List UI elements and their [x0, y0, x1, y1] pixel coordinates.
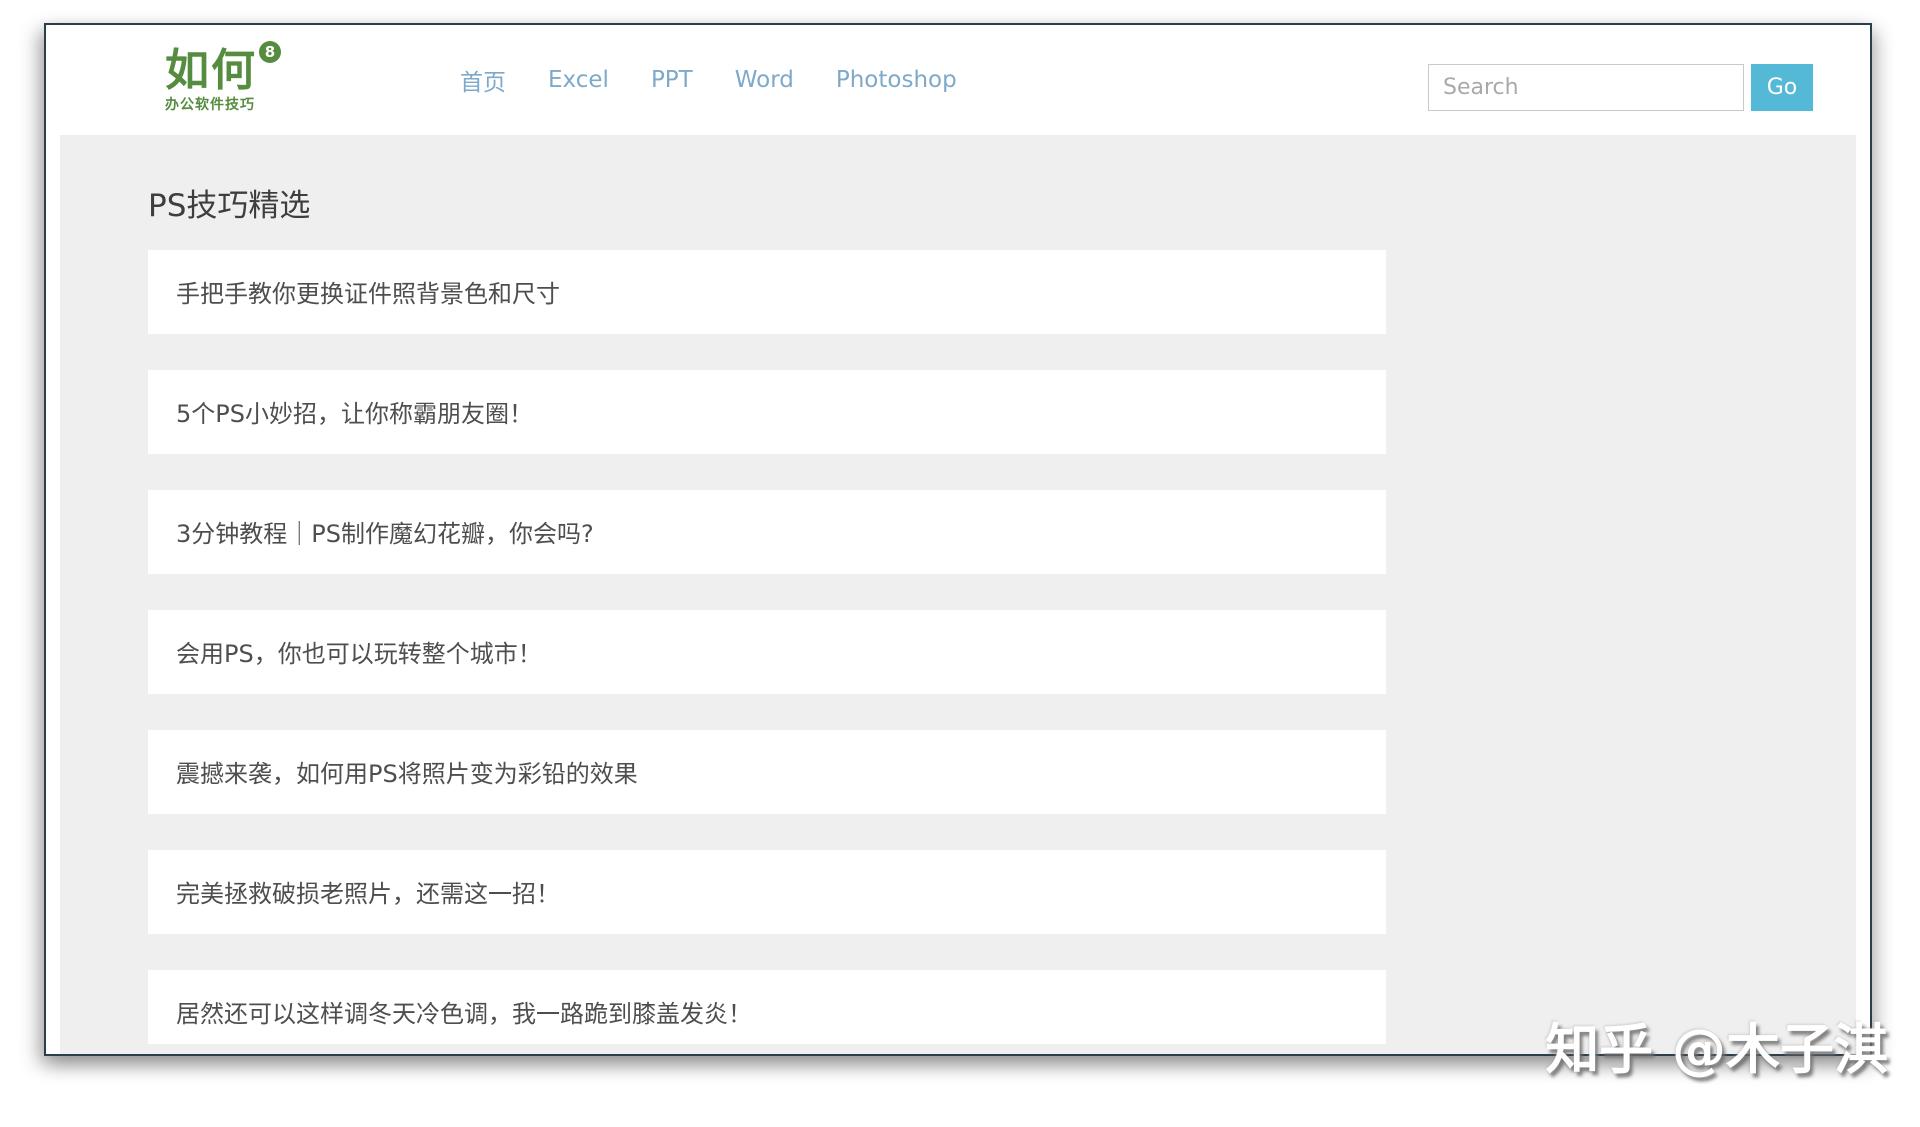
site-header: 如何8 办公软件技巧 首页 Excel PPT Word Photoshop G… — [46, 25, 1870, 135]
article-title: 5个PS小妙招，让你称霸朋友圈！ — [176, 394, 1386, 429]
zhihu-watermark: 知乎 @木子淇 — [1545, 1005, 1888, 1084]
search-area: Go — [1428, 64, 1813, 111]
browser-window: 如何8 办公软件技巧 首页 Excel PPT Word Photoshop G… — [44, 23, 1872, 1056]
site-logo[interactable]: 如何8 办公软件技巧 — [165, 49, 279, 112]
article-title: 居然还可以这样调冬天冷色调，我一路跪到膝盖发炎！ — [176, 994, 1386, 1029]
nav-item-photoshop[interactable]: Photoshop — [815, 67, 978, 93]
logo-badge-8: 8 — [259, 41, 281, 63]
main-nav: 首页 Excel PPT Word Photoshop — [439, 63, 978, 97]
article-list-item[interactable]: 手把手教你更换证件照背景色和尺寸 — [148, 250, 1386, 334]
page-title: PS技巧精选 — [148, 185, 1856, 227]
search-go-button[interactable]: Go — [1751, 64, 1813, 111]
logo-text: 如何8 — [165, 49, 279, 93]
logo-subtitle: 办公软件技巧 — [165, 98, 279, 112]
nav-item-ppt[interactable]: PPT — [630, 67, 714, 93]
article-list-item[interactable]: 居然还可以这样调冬天冷色调，我一路跪到膝盖发炎！ — [148, 970, 1386, 1044]
article-title: 3分钟教程｜PS制作魔幻花瓣，你会吗? — [176, 514, 1386, 549]
article-list-item[interactable]: 5个PS小妙招，让你称霸朋友圈！ — [148, 370, 1386, 454]
article-title: 震撼来袭，如何用PS将照片变为彩铅的效果 — [176, 754, 1386, 789]
article-title: 手把手教你更换证件照背景色和尺寸 — [176, 274, 1386, 309]
article-title: 会用PS，你也可以玩转整个城市！ — [176, 634, 1386, 669]
article-list: 手把手教你更换证件照背景色和尺寸 5个PS小妙招，让你称霸朋友圈！ 3分钟教程｜… — [148, 250, 1386, 1044]
article-list-item[interactable]: 完美拯救破损老照片，还需这一招！ — [148, 850, 1386, 934]
nav-item-excel[interactable]: Excel — [527, 67, 630, 93]
article-title: 完美拯救破损老照片，还需这一招！ — [176, 874, 1386, 909]
article-list-item[interactable]: 3分钟教程｜PS制作魔幻花瓣，你会吗? — [148, 490, 1386, 574]
logo-name: 如何 — [165, 45, 257, 96]
article-list-item[interactable]: 震撼来袭，如何用PS将照片变为彩铅的效果 — [148, 730, 1386, 814]
search-input[interactable] — [1428, 64, 1744, 111]
nav-item-word[interactable]: Word — [714, 67, 815, 93]
nav-item-home[interactable]: 首页 — [439, 63, 527, 97]
main-content: PS技巧精选 手把手教你更换证件照背景色和尺寸 5个PS小妙招，让你称霸朋友圈！… — [60, 135, 1856, 1054]
article-list-item[interactable]: 会用PS，你也可以玩转整个城市！ — [148, 610, 1386, 694]
